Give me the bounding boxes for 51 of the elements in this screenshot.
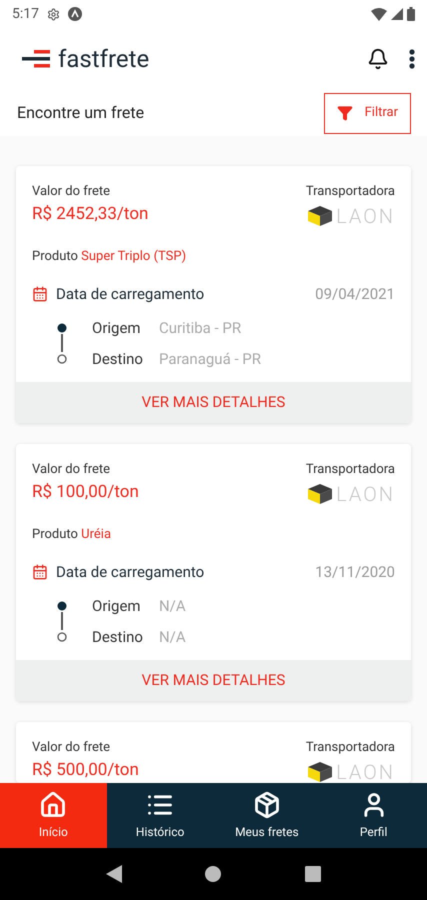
date-label: Data de carregamento [56,562,204,582]
price-label: Valor do frete [32,183,112,201]
date-label: Data de carregamento [56,284,204,304]
carrier-label: Transportadora [306,739,395,757]
cube-icon [308,206,332,226]
origin-label: Origem [92,318,142,339]
calendar-icon [32,286,48,302]
cube-icon [308,484,332,504]
date: 13/11/2020 [315,562,395,582]
carrier-label: Transportadora [306,461,395,479]
settings-icon [47,8,60,20]
price-label: Valor do frete [32,461,112,479]
box-icon [252,790,281,818]
product-text: Produto Super Triplo (TSP) [32,248,188,266]
date: 09/04/2021 [315,284,395,304]
price: R$ 100,00/ton [32,480,139,504]
recents-icon[interactable] [305,866,322,882]
filter-button[interactable]: Filtrar [324,92,411,134]
origin: N/A [158,596,186,617]
logo-text: fastfrete [58,44,150,75]
cube-icon [308,762,332,782]
nav-tab[interactable]: Início [0,783,107,848]
destination-label: Destino [92,348,143,370]
price-label: Valor do frete [32,739,112,757]
back-icon[interactable] [106,865,122,883]
signal-icon [391,8,403,20]
details-button[interactable]: VER MAIS DETALHES [16,660,411,701]
calendar-icon [32,564,48,580]
app-icon [68,7,82,21]
logo-icon [22,50,50,68]
origin: Curitiba - PR [158,318,242,339]
destination: Paranaguá - PR [158,348,262,370]
destination-label: Destino [92,626,143,648]
wifi-icon [371,8,387,20]
status-time: 5:17 [12,4,39,24]
home-button-icon[interactable] [205,866,222,882]
home-icon [39,790,68,818]
product-text: Produto Uréia [32,526,112,544]
origin-label: Origem [92,596,142,617]
battery-icon [407,7,415,21]
carrier-label: Transportadora [306,183,395,201]
bell-icon [367,48,389,70]
page-title: Encontre um frete [17,102,144,124]
details-button[interactable]: VER MAIS DETALHES [16,382,411,423]
more-icon [409,49,415,69]
price: R$ 2452,33/ton [32,202,148,226]
notifications-button[interactable] [367,48,389,70]
destination: N/A [158,626,186,648]
more-options-button[interactable] [409,49,415,69]
filter-icon [336,105,353,121]
price: R$ 500,00/ton [32,758,139,782]
